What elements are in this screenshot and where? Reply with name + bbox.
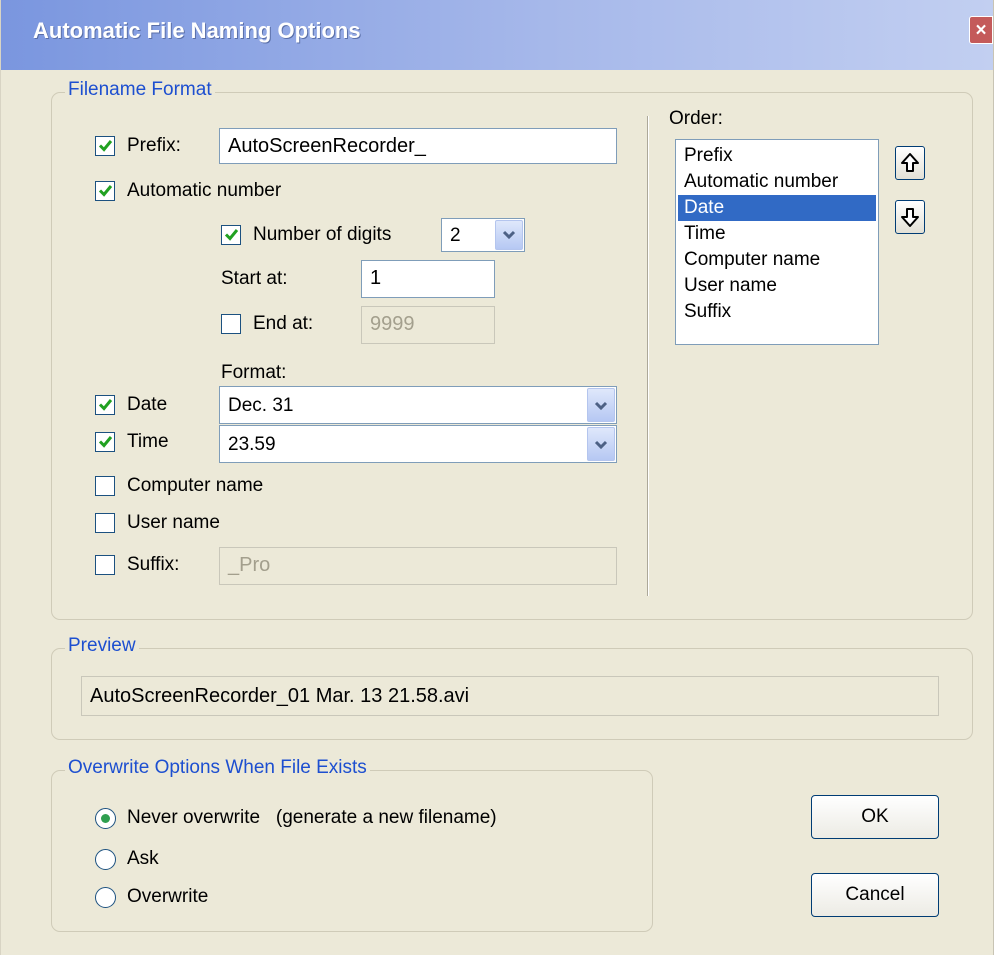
list-item[interactable]: Time	[678, 221, 876, 247]
overwrite-label: Overwrite	[127, 886, 209, 907]
computer-name-checkbox[interactable]	[95, 476, 115, 496]
check-icon	[224, 229, 239, 241]
format-label: Format:	[221, 362, 287, 383]
never-overwrite-radio[interactable]	[95, 808, 116, 829]
date-format-select[interactable]: Dec. 31	[219, 386, 617, 424]
overwrite-options-legend: Overwrite Options When File Exists	[65, 757, 370, 779]
end-at-label: End at:	[253, 313, 314, 334]
date-label: Date	[127, 394, 168, 415]
number-of-digits-dropdown-button[interactable]	[495, 220, 523, 250]
chevron-down-icon	[594, 401, 608, 411]
ask-label: Ask	[127, 848, 159, 869]
number-of-digits-value: 2	[450, 225, 461, 246]
check-icon	[98, 185, 113, 197]
user-name-label: User name	[127, 512, 220, 533]
list-item-selected[interactable]: Date	[678, 195, 876, 221]
list-item[interactable]: Suffix	[678, 299, 876, 325]
move-down-button[interactable]	[895, 200, 925, 234]
time-format-dropdown-button[interactable]	[587, 427, 615, 461]
prefix-label: Prefix:	[127, 135, 181, 156]
suffix-checkbox[interactable]	[95, 555, 115, 575]
arrow-down-icon	[901, 208, 919, 227]
prefix-input[interactable]: AutoScreenRecorder_	[219, 128, 617, 164]
preview-legend: Preview	[65, 635, 139, 657]
number-of-digits-select[interactable]: 2	[441, 218, 525, 252]
never-overwrite-label: Never overwrite (generate a new filename…	[127, 807, 497, 828]
chevron-down-icon	[594, 440, 608, 450]
prefix-checkbox[interactable]	[95, 136, 115, 156]
window-title: Automatic File Naming Options	[33, 18, 361, 43]
radio-selected-dot	[101, 814, 110, 823]
date-format-dropdown-button[interactable]	[587, 388, 615, 422]
list-item[interactable]: Prefix	[678, 143, 876, 169]
order-listbox[interactable]: Prefix Automatic number Date Time Comput…	[675, 139, 879, 345]
time-format-select[interactable]: 23.59	[219, 425, 617, 463]
time-label: Time	[127, 431, 169, 452]
user-name-checkbox[interactable]	[95, 513, 115, 533]
check-icon	[98, 399, 113, 411]
end-at-input[interactable]: 9999	[361, 306, 495, 344]
automatic-number-label: Automatic number	[127, 180, 282, 201]
computer-name-label: Computer name	[127, 475, 264, 496]
check-icon	[98, 436, 113, 448]
number-of-digits-checkbox[interactable]	[221, 225, 241, 245]
filename-format-legend: Filename Format	[65, 79, 215, 101]
ask-radio[interactable]	[95, 849, 116, 870]
preview-field: AutoScreenRecorder_01 Mar. 13 21.58.avi	[81, 676, 939, 716]
overwrite-radio[interactable]	[95, 887, 116, 908]
arrow-up-icon	[901, 153, 919, 172]
ok-button[interactable]: OK	[811, 795, 939, 839]
cancel-button[interactable]: Cancel	[811, 873, 939, 917]
list-item[interactable]: Automatic number	[678, 169, 876, 195]
group-separator	[647, 116, 649, 596]
automatic-number-checkbox[interactable]	[95, 181, 115, 201]
suffix-input[interactable]: _Pro	[219, 547, 617, 585]
list-item[interactable]: User name	[678, 273, 876, 299]
close-button[interactable]: ×	[969, 16, 993, 44]
time-checkbox[interactable]	[95, 432, 115, 452]
date-checkbox[interactable]	[95, 395, 115, 415]
move-up-button[interactable]	[895, 146, 925, 180]
start-at-input[interactable]: 1	[361, 260, 495, 298]
date-format-value: Dec. 31	[228, 395, 294, 416]
end-at-checkbox[interactable]	[221, 314, 241, 334]
number-of-digits-label: Number of digits	[253, 224, 392, 245]
order-label: Order:	[669, 108, 723, 129]
suffix-label: Suffix:	[127, 554, 180, 575]
list-item[interactable]: Computer name	[678, 247, 876, 273]
dialog-window: Automatic File Naming Options × Filename…	[0, 0, 994, 955]
time-format-value: 23.59	[228, 434, 276, 455]
title-bar[interactable]: Automatic File Naming Options ×	[1, 0, 993, 70]
check-icon	[98, 140, 113, 152]
start-at-label: Start at:	[221, 268, 288, 289]
chevron-down-icon	[502, 230, 516, 240]
close-icon: ×	[975, 20, 987, 41]
